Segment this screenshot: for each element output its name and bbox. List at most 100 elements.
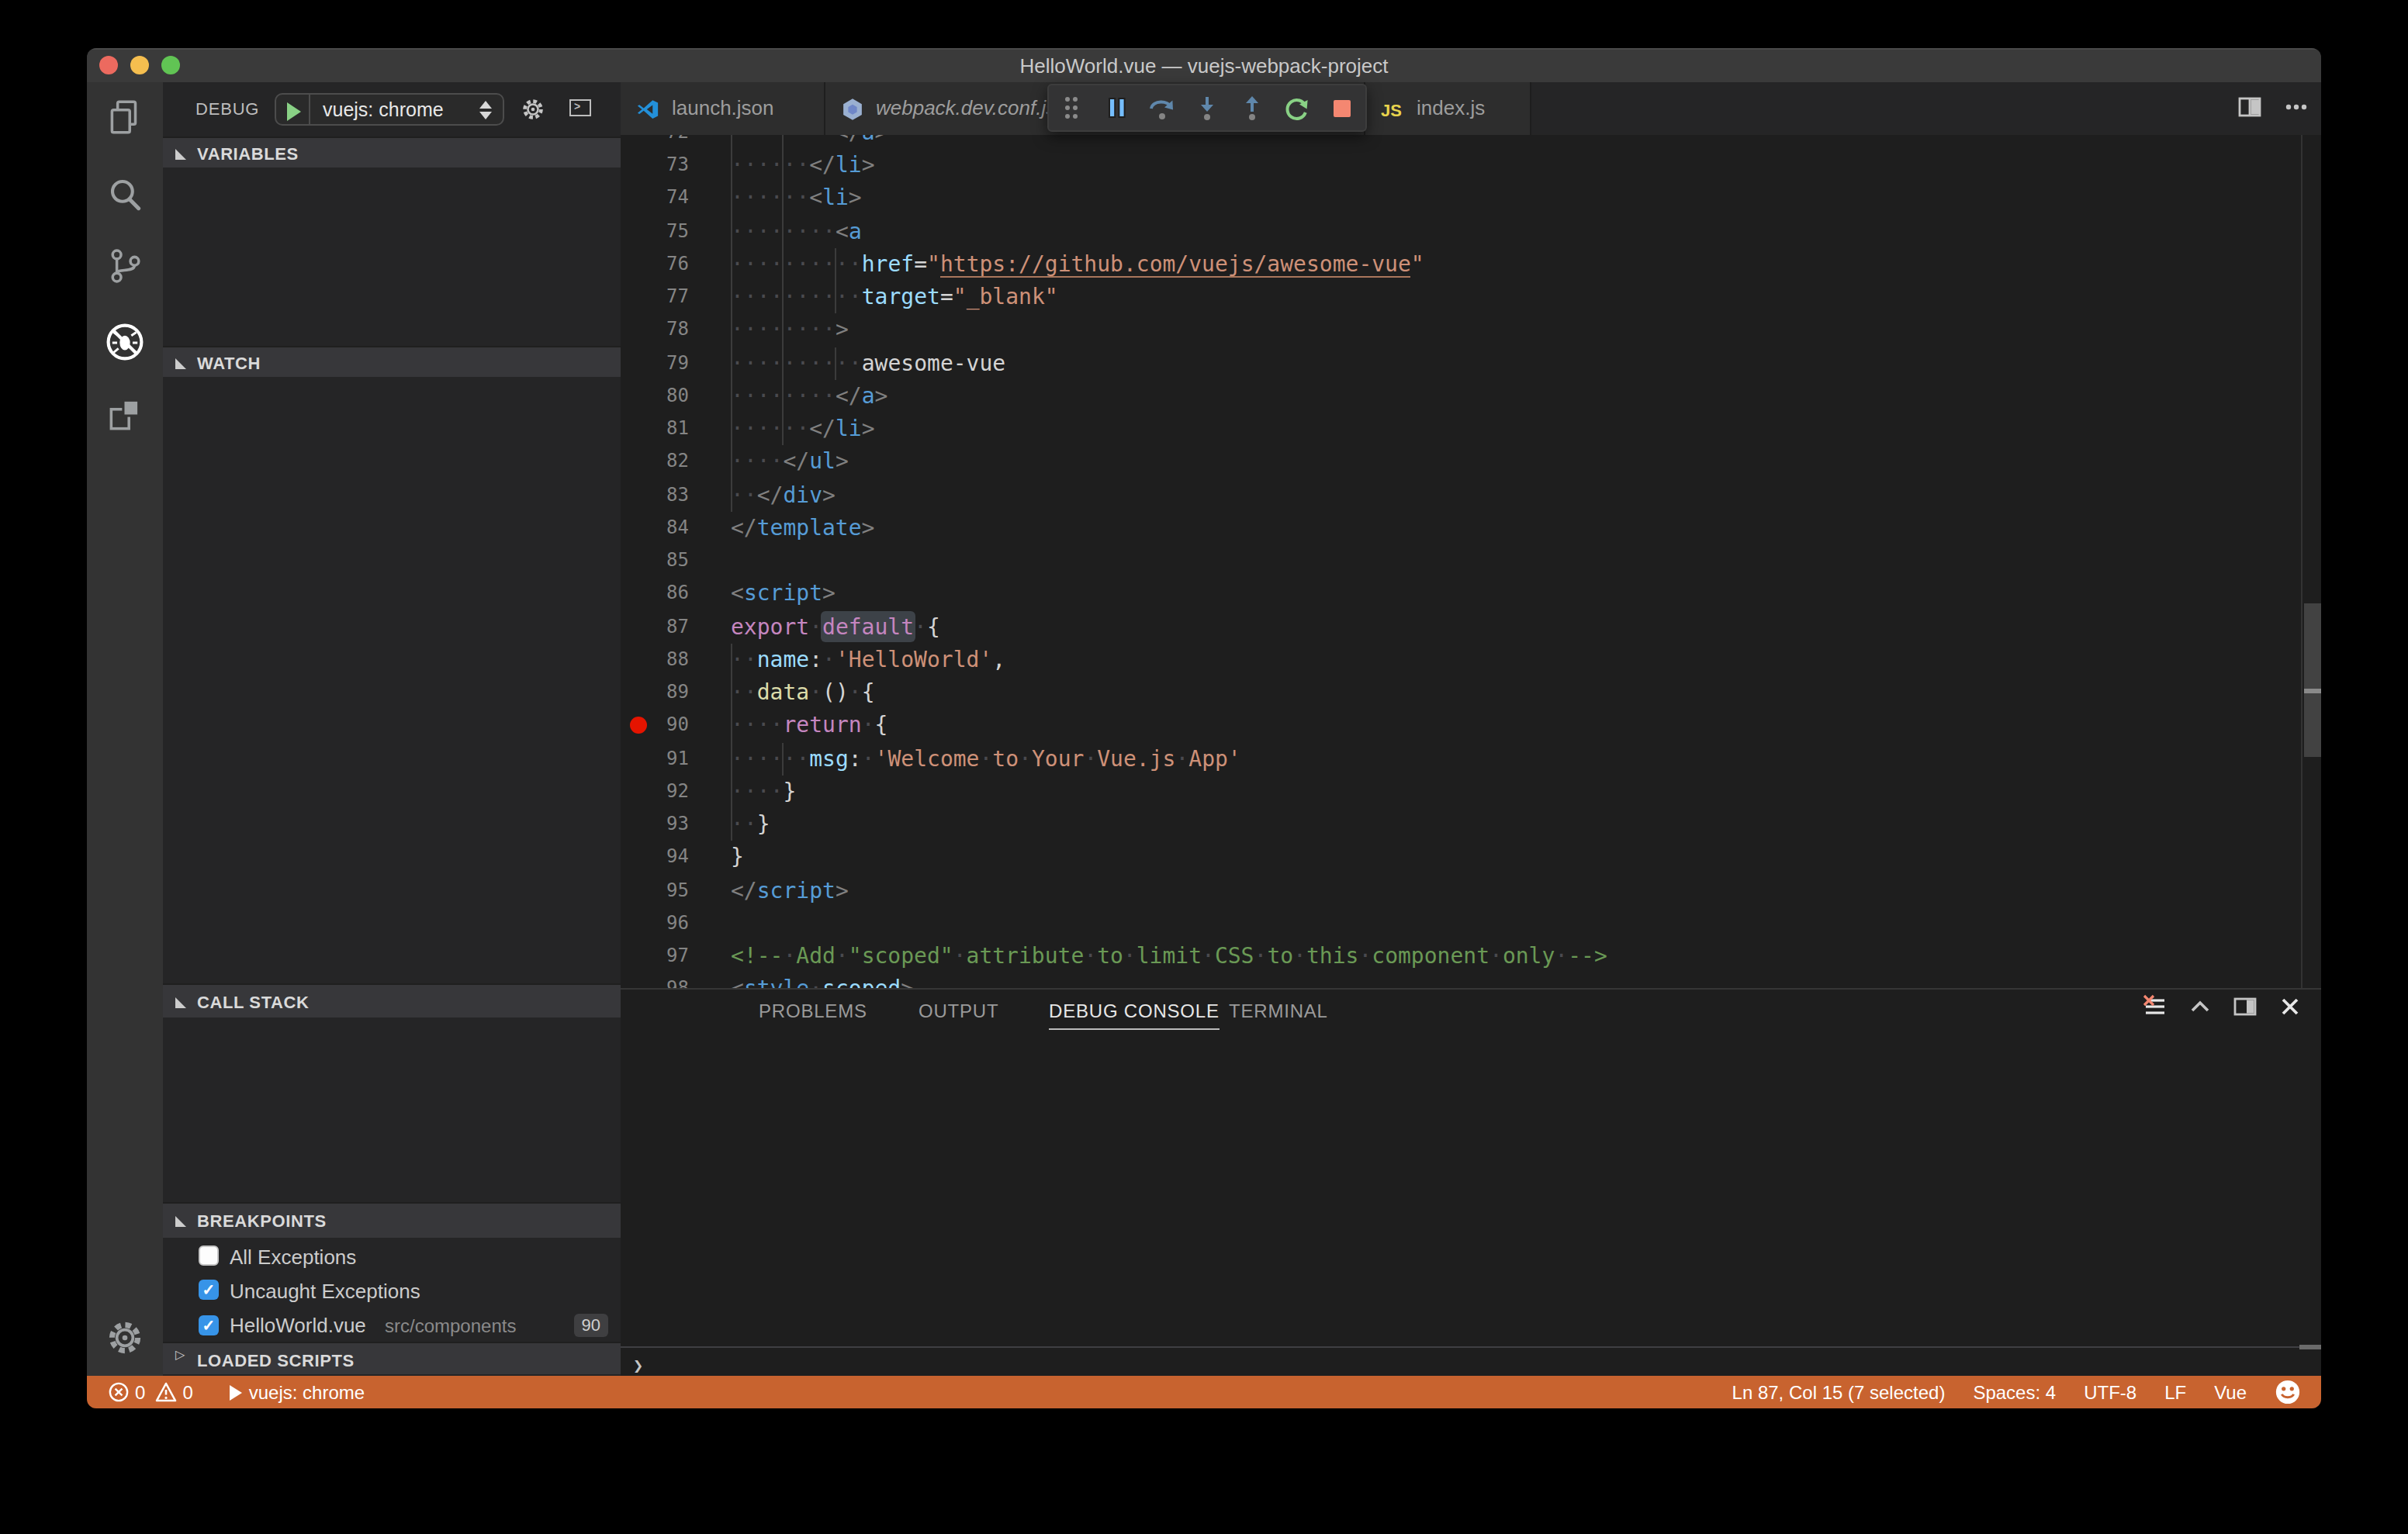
debug-config-dropdown[interactable]: vuejs: chrome — [275, 93, 504, 126]
editor-scrollbar[interactable] — [2301, 135, 2321, 988]
status-item[interactable]: Ln 87, Col 15 (7 selected) — [1732, 1381, 1946, 1403]
breakpoint-row[interactable]: ✓HelloWorld.vuesrc/components90 — [163, 1309, 621, 1344]
tab-index.js[interactable]: JSindex.js — [1365, 82, 1531, 135]
pause-button[interactable] — [1094, 88, 1139, 128]
more-actions-icon[interactable] — [2284, 95, 2309, 119]
collapse-arrow-icon — [175, 997, 186, 1008]
status-item[interactable]: UTF-8 — [2084, 1381, 2136, 1403]
start-debug-icon[interactable] — [287, 102, 301, 120]
breakpoint-row[interactable]: All Exceptions — [163, 1239, 621, 1274]
code-line[interactable]: ········</a> — [621, 380, 2321, 413]
code-line[interactable]: ··} — [621, 808, 2321, 841]
debug-icon[interactable] — [104, 321, 146, 363]
panel-tab-terminal[interactable]: TERMINAL — [1229, 1000, 1328, 1022]
vscode-window: HelloWorld.vue — vuejs-webpack-project — [87, 48, 2321, 1408]
checkbox-checked[interactable]: ✓ — [199, 1315, 219, 1335]
titlebar[interactable]: HelloWorld.vue — vuejs-webpack-project — [87, 48, 2321, 82]
checkbox-checked[interactable]: ✓ — [199, 1280, 219, 1301]
code-line[interactable]: ········</a> — [621, 135, 2321, 149]
drag-handle[interactable] — [1049, 88, 1094, 128]
call-stack-body[interactable] — [163, 1017, 621, 1202]
code-editor[interactable]: 72········</a>73······</li>74······<li>7… — [621, 135, 2321, 988]
tab-bar: JSindex.jswebpack.dev.conf.jslaunch.json — [621, 82, 2321, 135]
panel-position-icon[interactable] — [2233, 994, 2258, 1019]
status-bar: 0 0 vuejs: chrome Ln 87, Col 15 (7 selec… — [87, 1376, 2321, 1408]
stop-button[interactable] — [1319, 88, 1364, 128]
code-line[interactable]: ··········awesome-vue — [621, 347, 2321, 380]
clear-console-icon[interactable] — [2143, 994, 2168, 1019]
errors-status[interactable]: 0 — [109, 1381, 145, 1403]
code-line[interactable]: ··data·()·{ — [621, 676, 2321, 710]
code-line[interactable] — [621, 544, 2321, 578]
panel-tab-problems[interactable]: PROBLEMS — [759, 1000, 867, 1022]
scrollbar-thumb[interactable] — [2304, 603, 2321, 757]
configure-gear-icon[interactable] — [520, 96, 546, 123]
code-line[interactable]: ········> — [621, 314, 2321, 347]
code-line[interactable]: </script> — [621, 874, 2321, 907]
code-line[interactable]: ····</ul> — [621, 446, 2321, 479]
close-panel-icon[interactable] — [2278, 994, 2302, 1019]
breakpoint-path: src/components — [385, 1316, 516, 1338]
code-line[interactable]: <!--·Add·"scoped"·attribute·to·limit·CSS… — [621, 940, 2321, 973]
code-line[interactable]: ······</li> — [621, 413, 2321, 446]
error-icon — [109, 1382, 129, 1402]
code-line[interactable]: <style·scoped> — [621, 973, 2321, 988]
breakpoint-row[interactable]: ✓Uncaught Exceptions — [163, 1274, 621, 1309]
explorer-icon[interactable] — [104, 96, 146, 138]
feedback-smiley-icon[interactable] — [2275, 1379, 2301, 1405]
debug-toolbar — [1047, 84, 1367, 132]
code-line[interactable]: } — [621, 841, 2321, 875]
play-icon — [230, 1384, 243, 1400]
step-over-button[interactable] — [1139, 88, 1184, 128]
warnings-status[interactable]: 0 — [154, 1381, 192, 1403]
code-line[interactable]: ······</li> — [621, 149, 2321, 182]
code-line[interactable]: ··········href="https://github.com/vuejs… — [621, 248, 2321, 282]
code-line[interactable]: ··name:·'HelloWorld', — [621, 644, 2321, 677]
panel-tab-output[interactable]: OUTPUT — [919, 1000, 998, 1022]
code-line[interactable]: export·default·{ — [621, 610, 2321, 644]
extensions-icon[interactable] — [104, 394, 146, 436]
settings-gear-icon[interactable] — [104, 1317, 146, 1359]
code-line[interactable]: <script> — [621, 578, 2321, 611]
section-watch[interactable]: WATCH — [163, 346, 621, 377]
breakpoints-body: All Exceptions✓Uncaught Exceptions✓Hello… — [163, 1238, 621, 1342]
section-variables[interactable]: VARIABLES — [163, 136, 621, 168]
toggle-debug-console-icon[interactable]: > — [569, 99, 591, 116]
variables-body[interactable] — [163, 168, 621, 346]
code-line[interactable]: ······<li> — [621, 182, 2321, 216]
code-line[interactable]: ····return·{ — [621, 710, 2321, 743]
warning-icon — [154, 1382, 176, 1402]
checkbox-unchecked[interactable] — [199, 1246, 219, 1266]
watch-body[interactable] — [163, 377, 621, 983]
console-prompt[interactable]: ❯ — [633, 1356, 643, 1376]
section-call-stack[interactable]: CALL STACK — [163, 983, 621, 1017]
section-breakpoints[interactable]: BREAKPOINTS — [163, 1202, 621, 1238]
tab-launch.json[interactable]: launch.json — [621, 82, 825, 135]
step-out-button[interactable] — [1229, 88, 1274, 128]
status-item[interactable]: LF — [2164, 1381, 2186, 1403]
section-loaded-scripts[interactable]: ▷ LOADED SCRIPTS — [163, 1342, 621, 1374]
editor-group: JSindex.jswebpack.dev.conf.jslaunch.json… — [621, 82, 2321, 1376]
activity-bar — [87, 82, 163, 1376]
code-line[interactable]: ········<a — [621, 215, 2321, 248]
restart-button[interactable] — [1274, 88, 1319, 128]
debug-config-value: vuejs: chrome — [323, 99, 444, 121]
maximize-panel-icon[interactable] — [2188, 994, 2213, 1019]
split-editor-icon[interactable] — [2237, 95, 2262, 119]
code-line[interactable]: ····} — [621, 776, 2321, 809]
code-line[interactable]: ··</div> — [621, 479, 2321, 512]
status-item[interactable]: Vue — [2214, 1381, 2247, 1403]
source-control-icon[interactable] — [104, 245, 146, 287]
code-line[interactable]: ··········target="_blank" — [621, 281, 2321, 314]
code-line[interactable]: ······msg:·'Welcome·to·Your·Vue.js·App' — [621, 742, 2321, 776]
debug-session-status[interactable]: vuejs: chrome — [230, 1381, 365, 1403]
search-icon[interactable] — [104, 174, 146, 216]
code-line[interactable] — [621, 907, 2321, 941]
debug-sidebar: DEBUG vuejs: chrome > VARIABLES — [163, 82, 621, 1376]
bottom-panel: PROBLEMS OUTPUT DEBUG CONSOLE TERMINAL — [621, 988, 2321, 1376]
tab-label: index.js — [1417, 96, 1485, 119]
status-item[interactable]: Spaces: 4 — [1973, 1381, 2056, 1403]
code-line[interactable]: </template> — [621, 512, 2321, 545]
panel-tab-debug-console[interactable]: DEBUG CONSOLE — [1049, 1000, 1220, 1030]
step-into-button[interactable] — [1184, 88, 1229, 128]
